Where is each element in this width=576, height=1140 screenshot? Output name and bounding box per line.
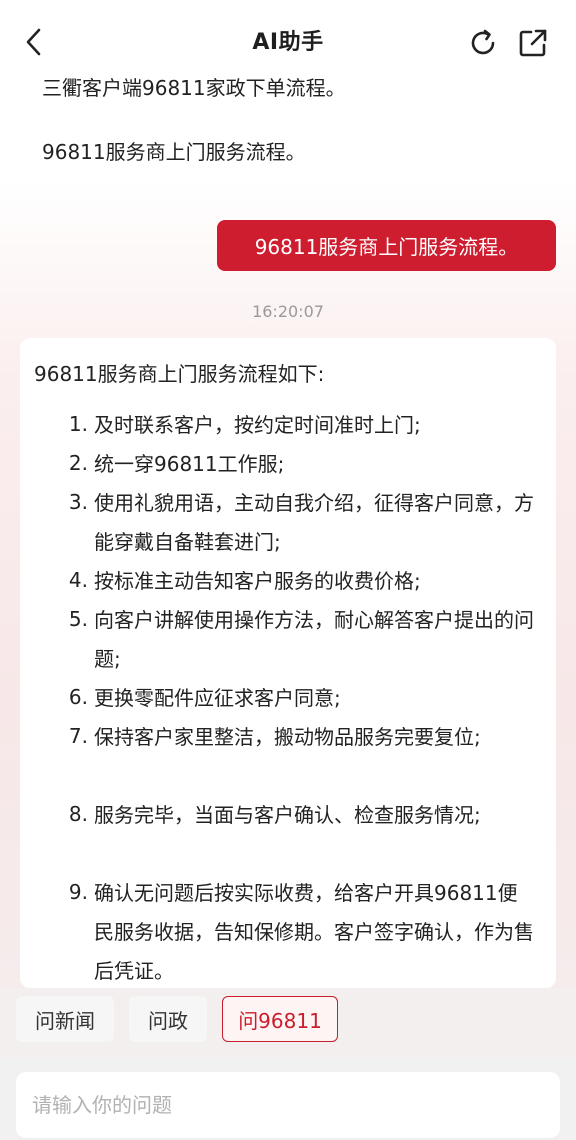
list-item-number: 8.	[68, 802, 88, 826]
chip-ask-96811[interactable]: 问96811	[222, 996, 338, 1042]
list-item-text: 确认无问题后按实际收费，给客户开具96811便民服务收据，告知保修期。客户签字确…	[94, 881, 534, 983]
share-icon	[519, 29, 547, 57]
question-input[interactable]	[16, 1072, 560, 1138]
list-item-text: 按标准主动告知客户服务的收费价格;	[94, 569, 421, 593]
list-item-text: 向客户讲解使用操作方法，耐心解答客户提出的问题;	[94, 608, 534, 671]
list-item-number: 1.	[68, 412, 88, 436]
list-item-number: 7.	[68, 724, 88, 748]
chip-ask-news[interactable]: 问新闻	[16, 996, 114, 1042]
list-item-text: 统一穿96811工作服;	[94, 452, 285, 476]
message-timestamp: 16:20:07	[252, 302, 324, 321]
user-message-bubble: 96811服务商上门服务流程。	[217, 220, 556, 271]
list-item-text: 更换零配件应征求客户同意;	[94, 686, 341, 710]
list-item-number: 9.	[68, 880, 88, 904]
list-item-number: 2.	[68, 451, 88, 475]
list-item-text: 使用礼貌用语，主动自我介绍，征得客户同意，方能穿戴自备鞋套进门;	[94, 491, 534, 554]
refresh-button[interactable]	[466, 26, 500, 60]
answer-intro: 96811服务商上门服务流程如下:	[34, 362, 325, 386]
list-item-text: 服务完毕，当面与客户确认、检查服务情况;	[94, 803, 481, 827]
list-item: 5. 向客户讲解使用操作方法，耐心解答客户提出的问题;	[20, 607, 556, 687]
list-item-number: 3.	[68, 490, 88, 514]
composer	[0, 1058, 576, 1140]
chip-ask-government[interactable]: 问政	[129, 996, 207, 1042]
list-item: 7. 保持客户家里整洁，搬动物品服务完要复位;	[20, 724, 556, 804]
previous-message-line: 三衢客户端96811家政下单流程。	[42, 76, 346, 100]
previous-message-line: 96811服务商上门服务流程。	[42, 140, 306, 164]
assistant-answer-card: 96811服务商上门服务流程如下: 1. 及时联系客户，按约定时间准时上门; 2…	[20, 338, 556, 988]
share-button[interactable]	[516, 26, 550, 60]
list-item: 3. 使用礼貌用语，主动自我介绍，征得客户同意，方能穿戴自备鞋套进门;	[20, 490, 556, 570]
list-item-number: 5.	[68, 607, 88, 631]
list-item: 8. 服务完毕，当面与客户确认、检查服务情况;	[20, 802, 556, 882]
list-item-number: 4.	[68, 568, 88, 592]
quick-question-bar: 问新闻 问政 问96811	[0, 988, 576, 1058]
list-item-text: 及时联系客户，按约定时间准时上门;	[94, 413, 421, 437]
refresh-icon	[471, 29, 495, 55]
list-item: 9. 确认无问题后按实际收费，给客户开具96811便民服务收据，告知保修期。客户…	[20, 880, 556, 988]
list-item-number: 6.	[68, 685, 88, 709]
list-item-text: 保持客户家里整洁，搬动物品服务完要复位;	[94, 725, 481, 749]
app-header: AI助手	[0, 0, 576, 72]
